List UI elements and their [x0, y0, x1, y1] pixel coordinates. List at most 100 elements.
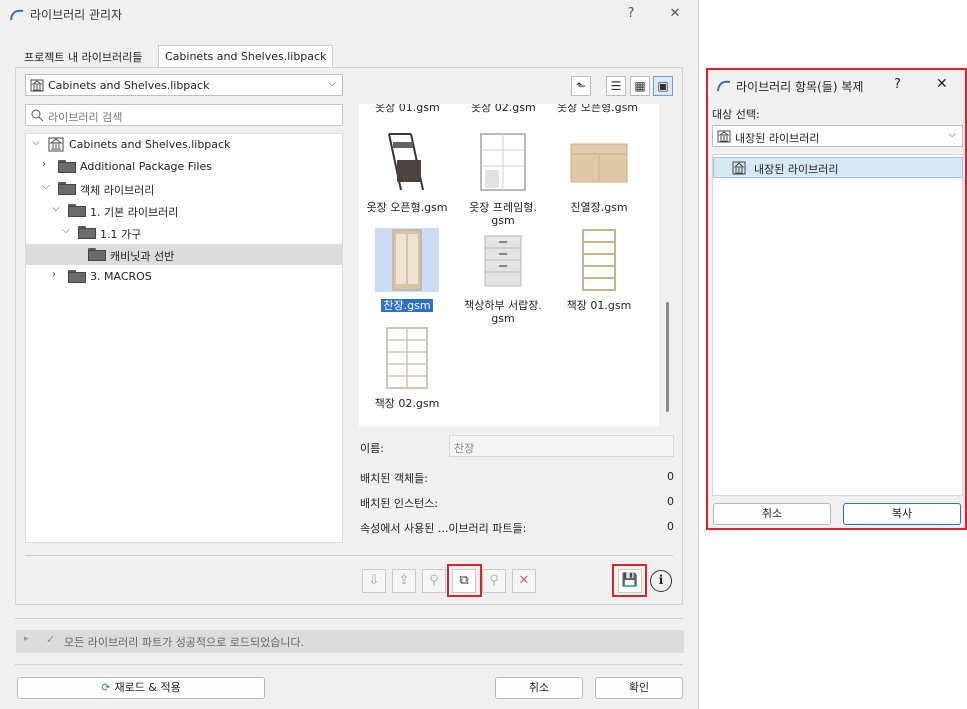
reload-icon: ⟳ — [101, 681, 111, 694]
grid-item-label: 옷장 프레임형. gsm — [469, 201, 537, 227]
grid-item[interactable]: 진열장.gsm — [553, 130, 645, 214]
library-icon — [732, 161, 746, 175]
import-icon[interactable]: ⇩ — [362, 569, 386, 593]
grid-item-selected[interactable]: 찬장.gsm — [361, 228, 453, 312]
tree-item-label: Additional Package Files — [80, 160, 212, 173]
tree-item-label: 캐비닛과 선반 — [110, 250, 175, 263]
tree-item-label: Cabinets and Shelves.libpack — [69, 138, 231, 151]
help-button[interactable]: ? — [620, 4, 642, 24]
tree-item-macros[interactable]: › 3. MACROS — [26, 266, 343, 287]
chevron-down-icon[interactable]: ⌵ — [32, 137, 40, 148]
target-list: 내장된 라이브러리 — [712, 154, 963, 496]
placed-objects-label: 배치된 객체들: — [360, 472, 428, 485]
tree-item-label: 1.1 가구 — [100, 228, 142, 241]
library-tree: ⌵ Cabinets and Shelves.libpack › Additio… — [25, 133, 343, 543]
bookshelf-thumbnail — [386, 327, 428, 389]
list-view-icon[interactable]: ☰ — [606, 76, 626, 96]
dialog-cancel-button[interactable]: 취소 — [713, 503, 831, 525]
dialog-help-button[interactable]: ? — [894, 77, 901, 92]
list-item-label: 내장된 라이브러리 — [754, 163, 839, 176]
duplicate-dialog: 라이브러리 항목(들) 복제 ? ✕ 대상 선택: 내장된 라이브러리 ⌵ 내장… — [706, 68, 967, 530]
frame-wardrobe-thumbnail — [480, 133, 526, 191]
dialog-copy-button[interactable]: 복사 — [843, 503, 961, 525]
chevron-right-icon[interactable]: › — [42, 159, 46, 170]
ok-button[interactable]: 확인 — [595, 677, 683, 699]
list-item[interactable]: 내장된 라이브러리 — [713, 157, 963, 178]
chevron-down-icon[interactable]: ⌵ — [42, 181, 50, 192]
move-part-icon[interactable]: ⚲ — [482, 569, 506, 593]
grid-view-icon[interactable]: ▦ — [630, 76, 650, 96]
placed-instances-label: 배치된 인스턴스: — [360, 497, 439, 510]
close-button[interactable]: ✕ — [664, 4, 686, 24]
window-title: 라이브러리 관리자 — [30, 8, 123, 22]
grid-caption-partial[interactable]: 옷장 02.gsm — [471, 104, 536, 115]
app-logo-icon — [717, 80, 731, 92]
divider — [25, 555, 673, 556]
name-field: 찬장 — [449, 435, 674, 457]
grid-item-label: 책상하부 서랍장. gsm — [464, 299, 542, 325]
title-bar: 라이브러리 관리자 ? ✕ — [0, 0, 699, 28]
folder-icon — [68, 270, 86, 283]
placed-instances-value: 0 — [667, 495, 674, 508]
tree-item-cabinets-shelves[interactable]: 캐비닛과 선반 — [26, 244, 343, 265]
folder-icon — [88, 248, 106, 261]
grid-item[interactable]: 책상하부 서랍장. gsm — [457, 228, 549, 325]
status-bar: ▸ ✓ 모든 라이브러리 파트가 성공적으로 로드되었습니다. — [16, 630, 684, 653]
chevron-down-icon: ⌵ — [328, 78, 336, 89]
grid-caption-partial[interactable]: 옷장 01.gsm — [375, 104, 440, 115]
search-input[interactable]: 라이브러리 검색 — [25, 104, 343, 126]
source-select[interactable]: Cabinets and Shelves.libpack ⌵ — [25, 74, 343, 96]
grid-item-label: 진열장.gsm — [570, 201, 628, 214]
name-label: 이름: — [360, 442, 384, 455]
grid-item[interactable]: 옷장 오픈형.gsm — [361, 130, 453, 214]
folder-icon — [78, 226, 96, 239]
grid-scrollbar[interactable] — [665, 104, 671, 426]
app-logo-icon — [10, 9, 24, 21]
grid-item-label: 옷장 오픈형.gsm — [366, 201, 448, 214]
add-part-icon[interactable]: ⚲ — [422, 569, 446, 593]
export-folder-icon[interactable]: ⇪ — [392, 569, 416, 593]
tree-item-libpack[interactable]: ⌵ Cabinets and Shelves.libpack — [26, 134, 343, 155]
tree-item-label: 1. 기본 라이브러리 — [90, 206, 179, 219]
status-text: 모든 라이브러리 파트가 성공적으로 로드되었습니다. — [64, 636, 305, 649]
target-select[interactable]: 내장된 라이브러리 ⌵ — [712, 125, 963, 147]
grid-item[interactable]: 책장 02.gsm — [361, 326, 453, 410]
reload-apply-button[interactable]: ⟳ 재로드 & 적용 — [17, 677, 265, 699]
chevron-right-icon[interactable]: › — [52, 269, 56, 280]
folder-up-icon[interactable]: ⬑ — [571, 76, 591, 96]
tree-item-basic-library[interactable]: ⌵ 1. 기본 라이브러리 — [26, 200, 343, 221]
divider — [15, 618, 683, 619]
tab-libpack[interactable]: Cabinets and Shelves.libpack — [158, 45, 334, 67]
library-icon — [30, 79, 44, 92]
folder-icon — [68, 204, 86, 217]
search-icon — [31, 109, 44, 122]
library-manager-window: 라이브러리 관리자 ? ✕ 프로젝트 내 라이브러리들 Cabinets and… — [0, 0, 699, 709]
chevron-right-icon[interactable]: ▸ — [24, 634, 29, 644]
dialog-close-button[interactable]: ✕ — [936, 76, 948, 92]
info-icon[interactable]: i — [650, 570, 672, 592]
parts-used-value: 0 — [667, 520, 674, 533]
grid-item[interactable]: 책장 01.gsm — [553, 228, 645, 312]
chevron-down-icon[interactable]: ⌵ — [52, 203, 60, 214]
folder-icon — [58, 182, 76, 195]
bookshelf-thumbnail — [582, 229, 616, 291]
tree-item-object-library[interactable]: ⌵ 객체 라이브러리 — [26, 178, 343, 199]
tab-project-libraries[interactable]: 프로젝트 내 라이브러리들 — [18, 45, 148, 67]
cupboard-thumbnail — [392, 229, 422, 291]
parts-used-label: 속성에서 사용된 ...이브러리 파트들: — [360, 522, 527, 535]
desk-drawer-thumbnail — [484, 235, 522, 287]
tree-item-label: 3. MACROS — [90, 270, 152, 283]
tree-item-additional-package-files[interactable]: › Additional Package Files — [26, 156, 343, 177]
grid-caption-partial[interactable]: 옷장 오픈형.gsm — [557, 104, 638, 115]
tree-item-furniture[interactable]: ⌵ 1.1 가구 — [26, 222, 343, 243]
preview-view-icon[interactable]: ▣ — [653, 76, 673, 96]
delete-icon[interactable]: ✕ — [512, 569, 536, 593]
source-select-value: Cabinets and Shelves.libpack — [48, 79, 210, 92]
divider — [15, 664, 683, 665]
chevron-down-icon[interactable]: ⌵ — [62, 225, 70, 236]
cancel-button[interactable]: 취소 — [495, 677, 583, 699]
chevron-down-icon: ⌵ — [948, 129, 956, 140]
folder-icon — [58, 160, 76, 173]
grid-item[interactable]: 옷장 프레임형. gsm — [457, 130, 549, 227]
checkmark-icon: ✓ — [46, 633, 56, 646]
